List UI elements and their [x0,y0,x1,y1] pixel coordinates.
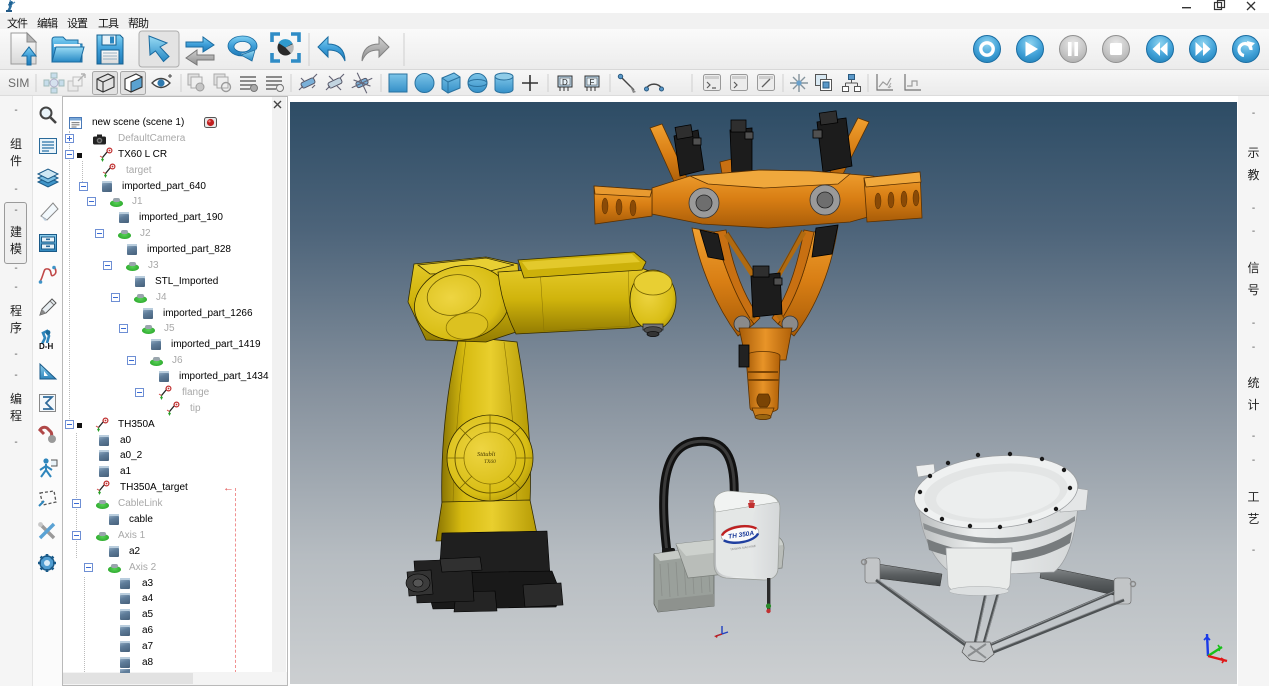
svg-text:SIM: SIM [8,76,29,90]
svg-text:Stäubli: Stäubli [477,451,496,458]
svg-text:D: D [562,78,568,87]
svg-text:F: F [590,78,595,87]
svg-text:D-H: D-H [39,342,53,351]
svg-text:TX60: TX60 [484,459,496,465]
